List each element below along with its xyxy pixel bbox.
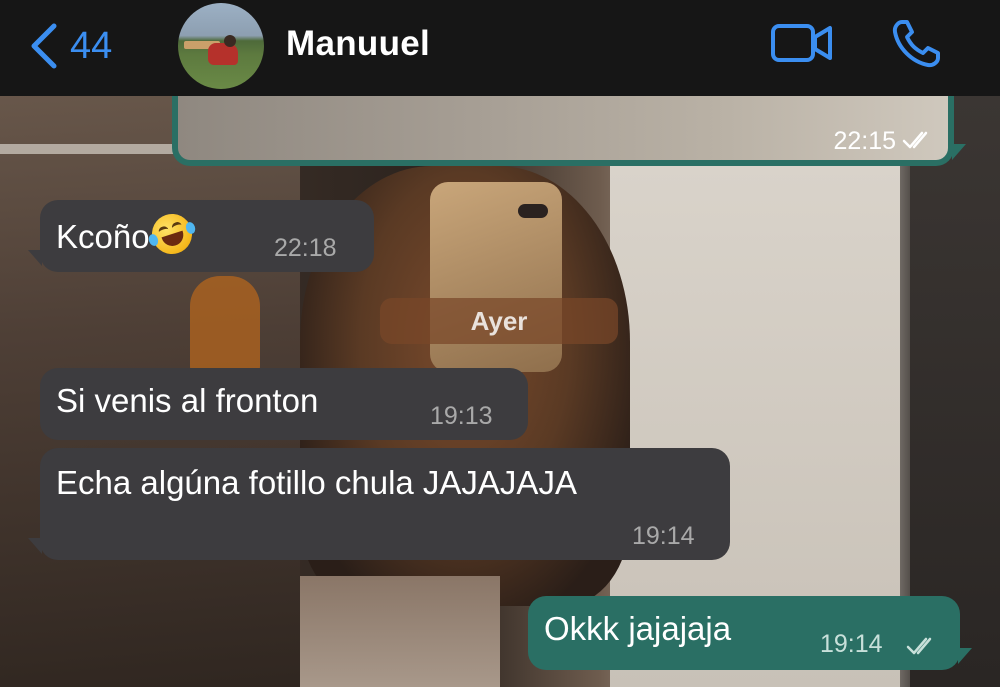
- message-time: 19:14: [820, 630, 883, 658]
- message-text: Echa algúna fotillo chula JAJAJAJA: [56, 464, 577, 501]
- incoming-message[interactable]: Echa algúna fotillo chula JAJAJAJA 19:14: [28, 448, 730, 560]
- date-separator: Ayer: [380, 298, 618, 344]
- rolling-on-floor-laughing-emoji: [146, 208, 197, 260]
- avatar[interactable]: [178, 3, 264, 89]
- wallpaper-phone-camera: [518, 204, 548, 218]
- message-text: Si venis al fronton: [56, 382, 319, 419]
- incoming-message[interactable]: Kcoño 22:18: [28, 200, 374, 272]
- message-text-wrap: Kcoño: [56, 208, 197, 260]
- wallpaper-floor: [300, 576, 500, 687]
- outgoing-image-message[interactable]: 22:15: [172, 96, 966, 166]
- phone-icon[interactable]: [890, 18, 942, 70]
- chat-area[interactable]: 22:15 Kcoño 22:18 Ayer Si venis al front…: [0, 96, 1000, 687]
- message-text: Okkk jajajaja: [544, 610, 732, 647]
- read-receipt-icon: [902, 131, 928, 149]
- message-time: 22:15: [833, 127, 896, 155]
- video-camera-icon[interactable]: [770, 20, 834, 66]
- contact-name[interactable]: Manuuel: [286, 24, 430, 64]
- message-time: 19:13: [430, 402, 493, 430]
- unread-count: 44: [70, 25, 113, 67]
- incoming-message[interactable]: Si venis al fronton 19:13: [40, 368, 528, 440]
- message-time: 19:14: [632, 522, 695, 550]
- back-button[interactable]: 44: [26, 18, 112, 74]
- read-receipt-icon: [906, 637, 932, 655]
- image-attachment[interactable]: 22:15: [178, 96, 948, 160]
- chat-header: 44 Manuuel: [0, 0, 1000, 96]
- message-text: Kcoño: [56, 218, 150, 255]
- outgoing-message[interactable]: Okkk jajajaja 19:14: [528, 596, 972, 670]
- message-time: 22:18: [274, 234, 337, 262]
- chevron-left-icon: [31, 23, 57, 69]
